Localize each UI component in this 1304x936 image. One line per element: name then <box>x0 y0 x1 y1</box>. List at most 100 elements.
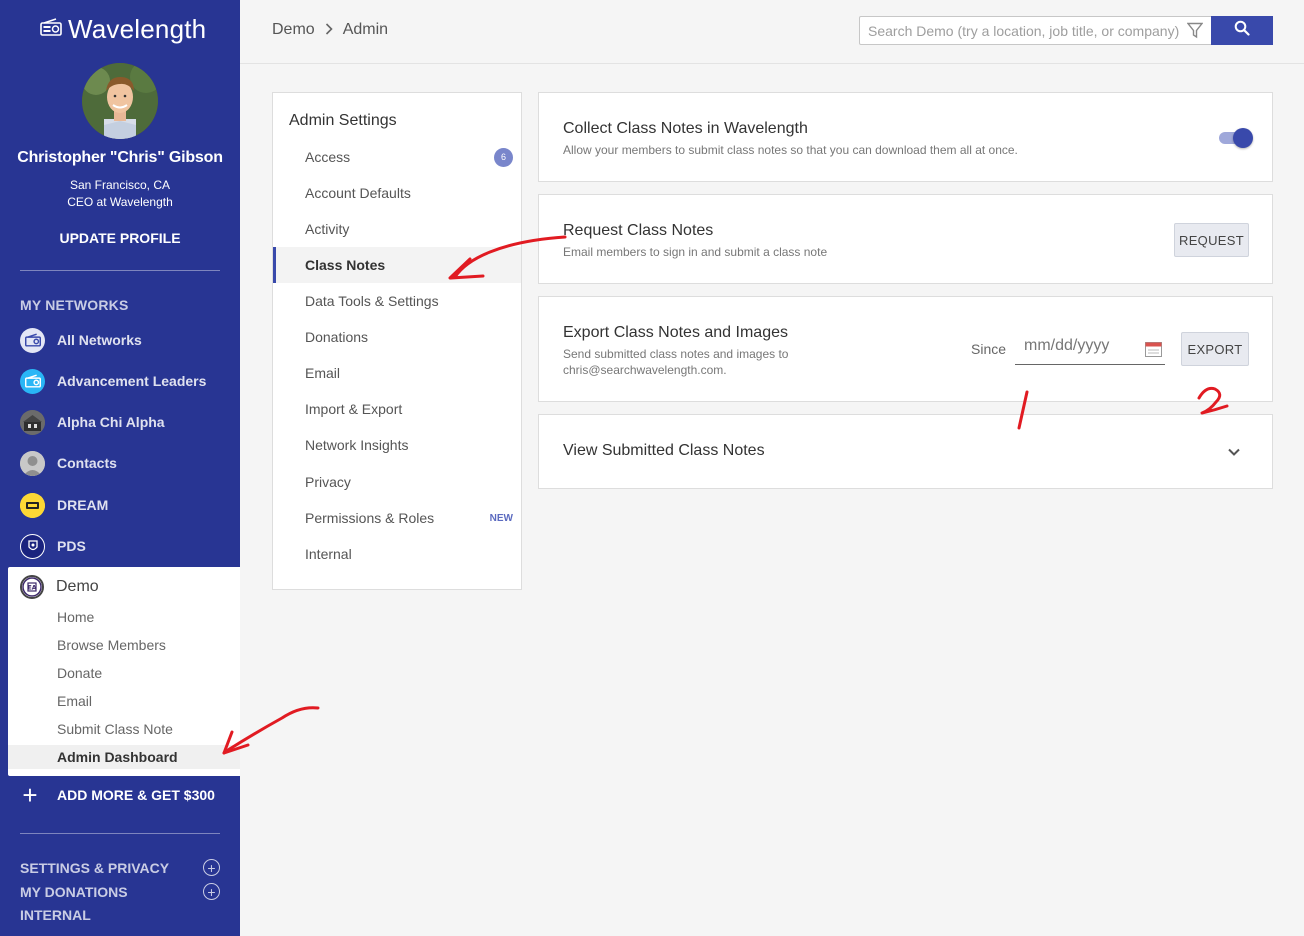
settings-privacy-item[interactable]: SETTINGS & PRIVACY + <box>20 859 220 876</box>
top-bar: Demo Admin <box>240 0 1304 64</box>
update-profile-link[interactable]: UPDATE PROFILE <box>0 230 240 246</box>
network-label: All Networks <box>57 332 142 348</box>
internal-item[interactable]: INTERNAL <box>20 907 220 923</box>
nav-item-label: Import & Export <box>305 401 403 417</box>
demo-link-donate[interactable]: Donate <box>57 665 102 681</box>
nav-item-label: Account Defaults <box>305 185 411 201</box>
filter-icon[interactable] <box>1186 22 1204 44</box>
network-logo-icon <box>20 409 45 435</box>
plus-icon: + <box>22 780 38 810</box>
avatar[interactable] <box>82 63 158 139</box>
network-label: Advancement Leaders <box>57 373 207 389</box>
network-label: PDS <box>57 538 86 554</box>
request-button[interactable]: REQUEST <box>1174 223 1249 257</box>
since-label: Since <box>971 341 1007 357</box>
sidebar-network-alpha-chi-alpha[interactable]: Alpha Chi Alpha <box>20 407 165 437</box>
demo-network-panel: EA Demo Home Browse Members Donate Email… <box>8 567 240 776</box>
nav-item-donations[interactable]: Donations <box>273 319 521 355</box>
chevron-down-icon[interactable] <box>1227 444 1241 462</box>
sidebar-network-pds[interactable]: PDS <box>20 531 86 561</box>
collect-class-notes-toggle[interactable] <box>1219 128 1253 148</box>
network-logo-icon <box>20 492 45 518</box>
radio-icon <box>20 368 45 394</box>
demo-network-name: Demo <box>56 578 99 595</box>
view-submitted-class-notes-card[interactable]: View Submitted Class Notes <box>538 414 1273 489</box>
export-description-line2: chris@searchwavelength.com. <box>563 363 727 377</box>
search-button[interactable] <box>1211 16 1273 45</box>
demo-link-home[interactable]: Home <box>57 609 94 625</box>
sidebar-network-contacts[interactable]: Contacts <box>20 448 117 478</box>
svg-text:EA: EA <box>28 585 37 592</box>
expand-plus-icon[interactable]: + <box>203 883 220 900</box>
profile-name: Christopher "Chris" Gibson <box>17 149 223 166</box>
new-tag: NEW <box>489 512 513 524</box>
calendar-icon[interactable] <box>1145 341 1162 357</box>
since-date-input[interactable] <box>1015 337 1135 355</box>
radio-icon <box>40 18 62 41</box>
profile-location: San Francisco, CA <box>69 178 171 192</box>
admin-settings-nav: Admin Settings Access 6 Account Defaults… <box>272 92 522 590</box>
toggle-thumb <box>1233 128 1253 148</box>
nav-item-internal[interactable]: Internal <box>273 536 521 572</box>
my-networks-heading: MY NETWORKS <box>20 297 129 313</box>
my-donations-item[interactable]: MY DONATIONS + <box>20 883 220 900</box>
collect-class-notes-card: Collect Class Notes in Wavelength Allow … <box>538 92 1273 182</box>
chevron-right-icon <box>325 22 333 38</box>
settings-privacy-label: SETTINGS & PRIVACY <box>20 859 170 876</box>
nav-item-label: Permissions & Roles <box>305 510 435 526</box>
nav-item-label: Donations <box>305 329 369 345</box>
nav-item-data-tools[interactable]: Data Tools & Settings <box>273 283 521 319</box>
nav-item-label: Activity <box>305 221 350 237</box>
breadcrumb-demo[interactable]: Demo <box>272 21 315 39</box>
brand-name: Wavelength <box>68 14 207 44</box>
demo-link-admin-dashboard[interactable]: Admin Dashboard <box>57 749 178 765</box>
nav-item-label: Network Insights <box>305 437 409 453</box>
nav-item-label: Privacy <box>305 474 351 490</box>
request-description: Email members to sign in and submit a cl… <box>563 245 828 259</box>
nav-item-network-insights[interactable]: Network Insights <box>273 427 521 463</box>
nav-item-account-defaults[interactable]: Account Defaults <box>273 175 521 211</box>
nav-item-label: Data Tools & Settings <box>305 293 439 309</box>
sidebar-divider <box>20 833 220 834</box>
nav-item-label: Access <box>305 149 351 165</box>
demo-link-submit-class-note[interactable]: Submit Class Note <box>57 721 173 737</box>
nav-item-import-export[interactable]: Import & Export <box>273 391 521 427</box>
nav-item-privacy[interactable]: Privacy <box>273 464 521 500</box>
crest-icon: EA <box>20 575 44 599</box>
search-box <box>859 16 1212 45</box>
export-title: Export Class Notes and Images <box>563 324 788 341</box>
search-input[interactable] <box>860 17 1180 44</box>
network-label: Alpha Chi Alpha <box>57 414 165 430</box>
add-more-networks-button[interactable]: + ADD MORE & GET $300 <box>20 780 215 810</box>
sidebar-network-dream[interactable]: DREAM <box>20 490 108 520</box>
export-button[interactable]: EXPORT <box>1181 332 1249 366</box>
request-class-notes-card: Request Class Notes Email members to sig… <box>538 194 1273 284</box>
nav-item-permissions-roles[interactable]: Permissions & Roles NEW <box>273 500 521 536</box>
sidebar-divider <box>20 270 220 271</box>
nav-item-activity[interactable]: Activity <box>273 211 521 247</box>
network-label: DREAM <box>57 497 109 513</box>
demo-link-browse-members[interactable]: Browse Members <box>57 637 166 653</box>
nav-item-label: Email <box>305 365 341 381</box>
radio-icon <box>20 327 45 353</box>
internal-label: INTERNAL <box>20 907 91 923</box>
demo-link-email[interactable]: Email <box>57 693 92 709</box>
breadcrumb-admin[interactable]: Admin <box>343 21 388 39</box>
request-title: Request Class Notes <box>563 222 714 239</box>
nav-item-access[interactable]: Access 6 <box>273 139 521 175</box>
my-donations-label: MY DONATIONS <box>20 883 128 900</box>
brand[interactable]: Wavelength <box>40 14 206 45</box>
nav-item-class-notes[interactable]: Class Notes <box>273 247 521 283</box>
nav-item-email[interactable]: Email <box>273 355 521 391</box>
search-icon <box>1234 20 1250 41</box>
sidebar-network-advancement-leaders[interactable]: Advancement Leaders <box>20 366 206 396</box>
profile-title: CEO at Wavelength <box>67 195 173 209</box>
expand-plus-icon[interactable]: + <box>203 859 220 876</box>
view-submitted-title: View Submitted Class Notes <box>563 442 765 459</box>
network-label: Contacts <box>57 455 117 471</box>
collect-title: Collect Class Notes in Wavelength <box>563 120 808 137</box>
sidebar-network-all-networks[interactable]: All Networks <box>20 325 142 355</box>
person-icon <box>20 450 45 476</box>
demo-network-header[interactable]: EA Demo <box>20 575 99 599</box>
admin-settings-title: Admin Settings <box>289 112 397 129</box>
